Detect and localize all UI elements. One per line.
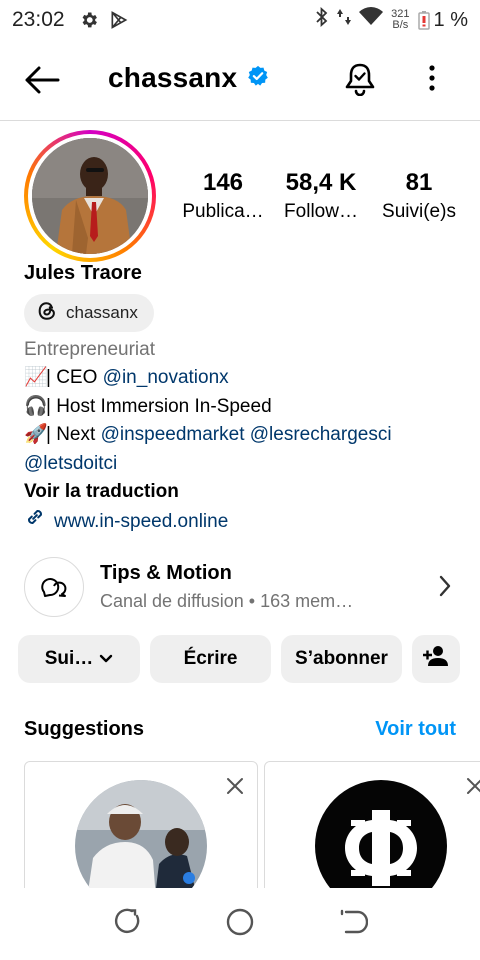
home-button-icon[interactable] — [225, 907, 255, 942]
channel-title: Tips & Motion — [100, 562, 232, 584]
suggest-users-button[interactable] — [412, 635, 460, 683]
stat-following-label: Suivi(e)s — [382, 201, 456, 222]
more-options-icon[interactable] — [418, 62, 446, 99]
profile-avatar-story-ring[interactable] — [24, 130, 156, 262]
website-link[interactable]: www.in-speed.online — [24, 506, 464, 537]
bio-line-ceo: 📈| CEO @in_novationx — [24, 364, 464, 392]
threads-handle: chassanx — [66, 303, 138, 322]
back-nav-icon[interactable] — [338, 907, 369, 942]
stat-posts-count: 146 — [202, 169, 244, 196]
settings-gear-icon — [79, 10, 99, 30]
channel-subtitle: Canal de diffusion • 163 mem… — [100, 591, 354, 611]
verified-badge-icon — [247, 65, 269, 92]
bio-line-host: 🎧| Host Immersion In-Speed — [24, 393, 464, 421]
suggestions-title: Suggestions — [24, 718, 145, 740]
recent-apps-icon[interactable] — [112, 907, 142, 942]
subscribe-button[interactable]: S’abonner — [281, 635, 402, 683]
status-bar: 23:02 321 B/s 1 % — [0, 0, 480, 40]
add-person-icon — [423, 645, 449, 673]
status-time: 23:02 — [12, 8, 65, 31]
chevron-right-icon — [438, 574, 452, 603]
mention-inspeedmarket[interactable]: @inspeedmarket — [101, 424, 245, 445]
bluetooth-icon — [315, 6, 329, 33]
threads-badge[interactable]: chassanx — [24, 294, 154, 332]
battery-level: 1 % — [433, 8, 468, 31]
username: chassanx — [108, 62, 238, 93]
stat-following-count: 81 — [405, 169, 433, 196]
message-button[interactable]: Écrire — [150, 635, 271, 683]
profile-stats: 146 Publica… 58,4 K Follow… 81 Suivi(e)s — [176, 168, 466, 226]
threads-icon — [36, 300, 58, 327]
profile-header: chassanx — [0, 48, 480, 112]
mention-lesrechargesci[interactable]: @lesrechargesci — [250, 424, 392, 445]
username-title: chassanx — [108, 62, 269, 94]
dismiss-close-icon[interactable] — [465, 776, 480, 801]
suggestion-logo-avatar — [315, 780, 447, 888]
bio-category: Entrepreneuriat — [24, 339, 155, 360]
profile-bio: Entrepreneuriat 📈| CEO @in_novationx 🎧| … — [24, 336, 464, 538]
stat-followers[interactable]: 58,4 K Follow… — [274, 168, 368, 226]
dismiss-close-icon[interactable] — [225, 776, 245, 801]
channel-icon — [24, 557, 84, 617]
wifi-icon — [359, 7, 384, 33]
notification-bell-icon[interactable] — [344, 62, 376, 101]
battery-icon — [417, 11, 430, 30]
mention-letsdoitci[interactable]: @letsdoitci — [24, 453, 117, 474]
chevron-down-icon — [99, 648, 113, 670]
see-all-suggestions-link[interactable]: Voir tout — [375, 718, 456, 741]
bio-line3-text: | Next — [46, 424, 101, 446]
data-arrows-icon — [337, 7, 352, 33]
rocket-icon: 🚀 — [24, 424, 48, 446]
system-navigation-bar — [0, 888, 480, 960]
bio-line1-text: | CEO — [46, 367, 103, 389]
profile-actions: Sui… Écrire S’abonner — [18, 635, 462, 683]
stat-posts-label: Publica… — [182, 201, 264, 222]
profile-full-name: Jules Traore — [24, 262, 142, 284]
stat-posts[interactable]: 146 Publica… — [176, 168, 270, 226]
headphones-icon: 🎧 — [24, 395, 48, 417]
link-icon — [24, 506, 46, 537]
see-translation-link[interactable]: Voir la traduction — [24, 478, 464, 506]
following-button[interactable]: Sui… — [18, 635, 140, 683]
suggestion-card[interactable] — [24, 761, 258, 888]
net-speed-unit: B/s — [392, 19, 409, 31]
chart-increasing-icon: 📈 — [24, 367, 48, 389]
network-speed: 321 B/s — [391, 9, 409, 31]
following-label: Sui… — [44, 648, 94, 669]
bio-line2-text: | Host Immersion In-Speed — [46, 395, 272, 417]
suggestion-card[interactable] — [264, 761, 480, 888]
suggestions-carousel — [24, 761, 480, 888]
broadcast-channel[interactable]: Tips & Motion Canal de diffusion • 163 m… — [24, 556, 464, 618]
suggestion-avatar — [75, 780, 207, 888]
battery: 1 % — [417, 8, 468, 32]
stat-followers-count: 58,4 K — [285, 169, 357, 196]
mention-in-novationx[interactable]: @in_novationx — [103, 367, 229, 388]
stat-following[interactable]: 81 Suivi(e)s — [372, 168, 466, 226]
bio-line-next: 🚀| Next @inspeedmarket @lesrechargesci — [24, 421, 464, 449]
back-arrow-icon[interactable] — [24, 64, 60, 96]
play-store-icon — [109, 10, 129, 30]
profile-avatar — [32, 138, 148, 254]
website-url: www.in-speed.online — [54, 510, 229, 532]
bio-line-letsdoit: @letsdoitci — [24, 450, 464, 478]
stat-followers-label: Follow… — [284, 201, 358, 222]
header-divider — [0, 120, 480, 121]
